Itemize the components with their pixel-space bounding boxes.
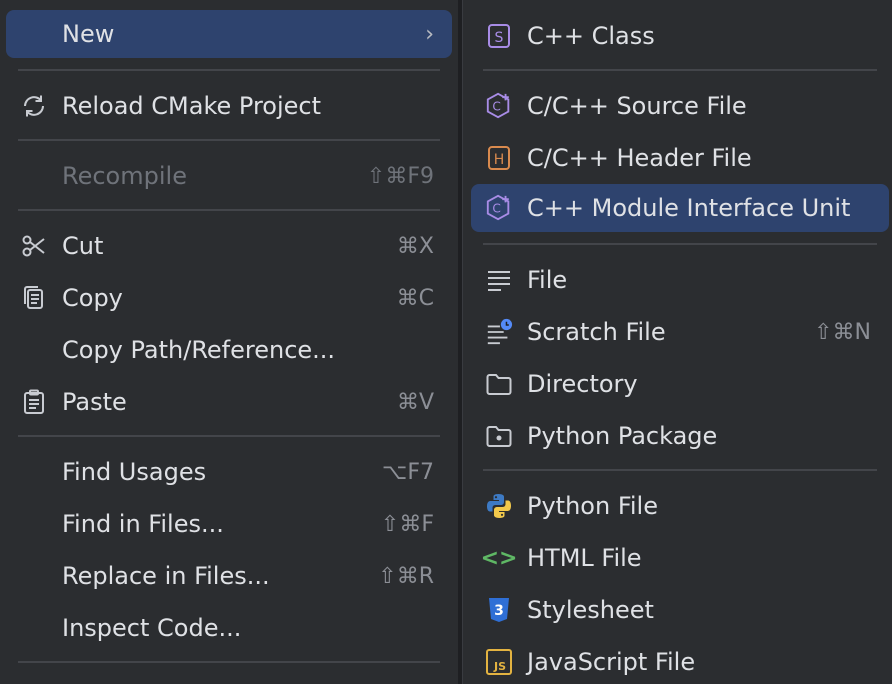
- menu-item-label: New: [62, 20, 115, 48]
- menu-item-label: C/C++ Source File: [527, 92, 747, 120]
- separator: [18, 209, 440, 211]
- menu-item-inspect-code[interactable]: Inspect Code...: [6, 602, 452, 654]
- context-menu: New › Reload CMake Project Recompile ⇧⌘F…: [0, 0, 460, 684]
- menu-item-label: HTML File: [527, 544, 642, 572]
- menu-item-find-in-files[interactable]: Find in Files... ⇧⌘F: [6, 498, 452, 550]
- cpp-header-file-icon: H: [485, 144, 513, 172]
- menu-item-label: Cut: [62, 232, 104, 260]
- separator: [483, 243, 877, 245]
- shortcut-label: ⇧⌘F9: [366, 163, 434, 189]
- menu-item-replace-in-files[interactable]: Replace in Files... ⇧⌘R: [6, 550, 452, 602]
- menu-item-label: C/C++ Header File: [527, 144, 752, 172]
- menu-item-label: Python File: [527, 492, 658, 520]
- menu-item-label: C++ Module Interface Unit: [527, 194, 851, 222]
- menu-item-label: Recompile: [62, 162, 187, 190]
- menu-item-label: Inspect Code...: [62, 614, 242, 642]
- menu-item-label: Copy: [62, 284, 123, 312]
- menu-item-label: Stylesheet: [527, 596, 654, 624]
- css-icon: 3: [485, 596, 513, 624]
- menu-item-label: Copy Path/Reference...: [62, 336, 336, 364]
- menu-item-reload-cmake-project[interactable]: Reload CMake Project: [6, 80, 452, 132]
- shortcut-label: ⇧⌘F: [380, 511, 434, 537]
- menu-item-html-file[interactable]: <> HTML File: [471, 532, 889, 584]
- svg-text:C: C: [492, 100, 500, 114]
- menu-item-recompile[interactable]: Recompile ⇧⌘F9: [6, 150, 452, 202]
- menu-item-file[interactable]: File: [471, 254, 889, 306]
- svg-text:C: C: [492, 202, 500, 216]
- separator: [18, 139, 440, 141]
- cpp-class-icon: S: [485, 22, 513, 50]
- menu-item-cpp-class[interactable]: S C++ Class: [471, 10, 889, 62]
- menu-item-python-package[interactable]: Python Package: [471, 410, 889, 462]
- separator: [483, 69, 877, 71]
- menu-item-new[interactable]: New ›: [6, 10, 452, 58]
- cpp-source-file-icon: C: [485, 92, 513, 120]
- menu-item-scratch-file[interactable]: Scratch File ⇧⌘N: [471, 306, 889, 358]
- svg-text:S: S: [495, 30, 504, 46]
- scratch-file-icon: [485, 318, 513, 346]
- folder-icon: [485, 370, 513, 398]
- menu-item-label: Paste: [62, 388, 127, 416]
- menu-item-copy-path-reference[interactable]: Copy Path/Reference...: [6, 324, 452, 376]
- menu-item-label: File: [527, 266, 568, 294]
- menu-item-label: Find in Files...: [62, 510, 224, 538]
- menu-item-find-usages[interactable]: Find Usages ⌥F7: [6, 446, 452, 498]
- separator: [483, 469, 877, 471]
- html-icon: <>: [480, 545, 518, 571]
- menu-item-label: C++ Class: [527, 22, 655, 50]
- menu-item-label: Replace in Files...: [62, 562, 270, 590]
- menu-item-cpp-module-interface-unit[interactable]: C C++ Module Interface Unit: [471, 184, 889, 232]
- chevron-right-icon: ›: [425, 21, 434, 47]
- shortcut-label: ⌘V: [396, 389, 434, 415]
- menu-item-c-cpp-header-file[interactable]: H C/C++ Header File: [471, 132, 889, 184]
- package-folder-icon: [485, 422, 513, 450]
- menu-item-copy[interactable]: Copy ⌘C: [6, 272, 452, 324]
- python-icon: [485, 492, 513, 520]
- javascript-icon: JS: [485, 648, 513, 676]
- menu-item-stylesheet[interactable]: 3 Stylesheet: [471, 584, 889, 636]
- copy-icon: [20, 284, 48, 312]
- menu-item-label: Python Package: [527, 422, 718, 450]
- menu-item-c-cpp-source-file[interactable]: C C/C++ Source File: [471, 80, 889, 132]
- text-file-icon: [485, 266, 513, 294]
- separator: [18, 435, 440, 437]
- menu-item-javascript-file[interactable]: JS JavaScript File: [471, 636, 889, 684]
- menu-item-label: Directory: [527, 370, 638, 398]
- reload-icon: [20, 92, 48, 120]
- separator: [18, 69, 440, 71]
- svg-text:JS: JS: [493, 660, 506, 673]
- new-submenu: S C++ Class C C/C++ Source File H C/C++ …: [462, 0, 892, 684]
- menu-item-label: Find Usages: [62, 458, 207, 486]
- shortcut-label: ⌥F7: [381, 459, 434, 485]
- menu-item-label: Scratch File: [527, 318, 666, 346]
- menu-item-python-file[interactable]: Python File: [471, 480, 889, 532]
- separator: [18, 661, 440, 663]
- shortcut-label: ⌘C: [396, 285, 434, 311]
- menu-item-directory[interactable]: Directory: [471, 358, 889, 410]
- shortcut-label: ⇧⌘N: [814, 319, 871, 345]
- menu-item-label: Reload CMake Project: [62, 92, 322, 120]
- menu-item-label: JavaScript File: [527, 648, 696, 676]
- shortcut-label: ⌘X: [396, 233, 434, 259]
- svg-text:H: H: [494, 152, 505, 168]
- shortcut-label: ⇧⌘R: [378, 563, 434, 589]
- svg-text:3: 3: [494, 603, 504, 619]
- menu-item-paste[interactable]: Paste ⌘V: [6, 376, 452, 428]
- menu-item-cut[interactable]: Cut ⌘X: [6, 220, 452, 272]
- clipboard-icon: [20, 388, 48, 416]
- scissors-icon: [20, 232, 48, 260]
- cpp-module-icon: C: [485, 194, 513, 222]
